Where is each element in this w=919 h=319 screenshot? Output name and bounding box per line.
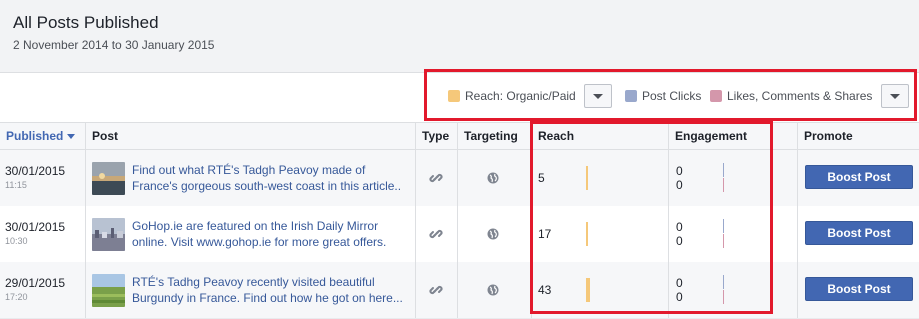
post-time: 11:15 bbox=[5, 180, 27, 190]
published-cell: 29/01/2015 17:20 bbox=[0, 262, 85, 318]
post-time: 10:30 bbox=[5, 236, 28, 246]
column-post-label: Post bbox=[92, 129, 119, 143]
globe-icon bbox=[487, 284, 499, 296]
post-date: 30/01/2015 bbox=[5, 164, 66, 178]
post-thumbnail[interactable] bbox=[92, 162, 125, 195]
column-promote: Promote bbox=[797, 123, 919, 150]
post-text-link[interactable]: GoHop.ie are featured on the Irish Daily… bbox=[132, 218, 412, 250]
table-header: Published Post Type Targeting Reach Enga… bbox=[0, 122, 919, 150]
published-cell: 30/01/2015 11:15 bbox=[0, 150, 85, 206]
post-thumbnail[interactable] bbox=[92, 218, 125, 251]
link-icon bbox=[429, 229, 443, 239]
page-title: All Posts Published bbox=[13, 13, 159, 32]
post-date: 30/01/2015 bbox=[5, 220, 66, 234]
table-row: 29/01/2015 17:20 RTÉ's Tadhg Peavoy rece… bbox=[0, 262, 919, 318]
column-type: Type bbox=[415, 123, 457, 150]
post-text-link[interactable]: Find out what RTÉ's Tadgh Peavoy made of… bbox=[132, 162, 412, 194]
highlight-metrics-box bbox=[530, 121, 773, 314]
boost-post-button[interactable]: Boost Post bbox=[805, 221, 913, 245]
sort-down-icon bbox=[67, 134, 76, 140]
column-targeting-label: Targeting bbox=[464, 129, 518, 143]
table-row: 30/01/2015 11:15 Find out what RTÉ's Tad… bbox=[0, 150, 919, 206]
column-published[interactable]: Published bbox=[0, 123, 85, 150]
highlight-legend-box bbox=[424, 69, 917, 121]
column-promote-label: Promote bbox=[804, 129, 853, 143]
column-post: Post bbox=[85, 123, 415, 150]
post-time: 17:20 bbox=[5, 292, 28, 302]
post-date: 29/01/2015 bbox=[5, 276, 66, 290]
post-text-link[interactable]: RTÉ's Tadhg Peavoy recently visited beau… bbox=[132, 274, 412, 306]
post-thumbnail[interactable] bbox=[92, 274, 125, 307]
link-icon bbox=[429, 173, 443, 183]
page-header: All Posts Published 2 November 2014 to 3… bbox=[0, 0, 919, 72]
globe-icon bbox=[487, 172, 499, 184]
date-range: 2 November 2014 to 30 January 2015 bbox=[13, 38, 215, 52]
column-type-label: Type bbox=[422, 129, 450, 143]
table-row: 30/01/2015 10:30 GoHop.ie are featured o… bbox=[0, 206, 919, 262]
link-icon bbox=[429, 285, 443, 295]
column-published-label: Published bbox=[6, 129, 64, 143]
published-cell: 30/01/2015 10:30 bbox=[0, 206, 85, 262]
column-targeting: Targeting bbox=[457, 123, 531, 150]
globe-icon bbox=[487, 228, 499, 240]
boost-post-button[interactable]: Boost Post bbox=[805, 165, 913, 189]
boost-post-button[interactable]: Boost Post bbox=[805, 277, 913, 301]
